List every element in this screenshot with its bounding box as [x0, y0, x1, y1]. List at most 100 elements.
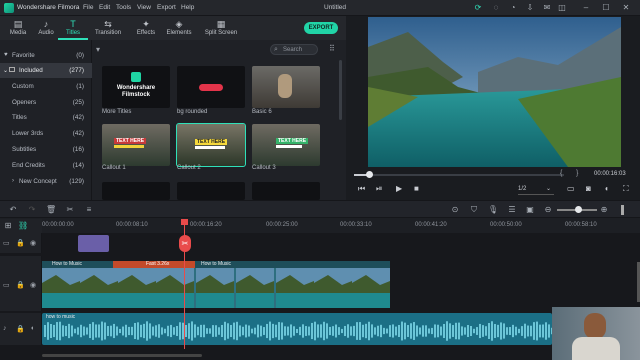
- delete-icon[interactable]: 🗑: [46, 205, 56, 215]
- category-included[interactable]: ⌄ Included (277): [0, 63, 92, 78]
- tab-effects[interactable]: ✦ Effects: [130, 16, 162, 40]
- zoom-in-icon[interactable]: ⊕: [599, 205, 609, 215]
- category-new-concept[interactable]: › New Concept (129): [0, 174, 92, 189]
- download-icon[interactable]: ⇩: [525, 3, 535, 13]
- waveform-bar: [443, 323, 445, 339]
- asset-basic-6[interactable]: [252, 66, 320, 108]
- export-button[interactable]: EXPORT: [304, 22, 338, 34]
- zoom-out-icon[interactable]: ⊖: [543, 205, 553, 215]
- lightbulb-icon[interactable]: ◌: [491, 3, 501, 13]
- lock-icon[interactable]: 🔒: [16, 239, 25, 247]
- tab-elements[interactable]: ◈ Elements: [163, 16, 195, 40]
- asset-callout-3[interactable]: TEXT HERE: [252, 124, 320, 166]
- adjust-icon[interactable]: ≡: [84, 205, 94, 215]
- volume-icon[interactable]: ◖: [604, 184, 609, 193]
- zoom-handle[interactable]: [575, 206, 582, 213]
- lock-icon[interactable]: 🔒: [16, 325, 25, 333]
- cut-icon[interactable]: ✂: [65, 205, 75, 215]
- asset-bg-rounded[interactable]: [177, 66, 245, 108]
- waveform-bar: [179, 322, 181, 340]
- waveform-bar: [152, 326, 154, 336]
- timecode: 00:00:16:03: [594, 171, 626, 177]
- fullscreen-icon[interactable]: ⛶: [623, 184, 629, 194]
- menu-view[interactable]: View: [137, 4, 151, 11]
- category-end-credits[interactable]: End Credits (14): [0, 158, 92, 173]
- asset-callout-2[interactable]: TEXT HERE: [176, 123, 246, 167]
- mark-out-icon[interactable]: }: [576, 170, 578, 177]
- mail-icon[interactable]: ✉: [542, 3, 552, 13]
- tab-split-screen[interactable]: ▦ Split Screen: [202, 16, 240, 40]
- maximize-icon[interactable]: ☐: [601, 3, 611, 13]
- quality-select[interactable]: 1/2 ⌄: [518, 185, 554, 195]
- close-icon[interactable]: ✕: [621, 3, 631, 13]
- undo-icon[interactable]: ↶: [8, 205, 18, 215]
- screen-icon[interactable]: ▣: [525, 205, 535, 215]
- menu-edit[interactable]: Edit: [99, 4, 110, 11]
- link-icon[interactable]: ⛓: [18, 221, 28, 231]
- minimize-icon[interactable]: –: [581, 3, 591, 13]
- waveform-bar: [332, 326, 334, 336]
- play-frame-icon[interactable]: ⏯: [376, 184, 382, 194]
- asset-label: More Titles: [102, 109, 132, 115]
- waveform-bar: [239, 325, 241, 337]
- speaker-icon[interactable]: ◖: [30, 325, 34, 332]
- marker-icon[interactable]: ⛉: [469, 205, 479, 215]
- render-preview-icon[interactable]: ▭: [567, 184, 575, 193]
- waveform-bar: [53, 324, 55, 338]
- mic-icon[interactable]: 🎙: [488, 205, 498, 215]
- asset-row-partial-3[interactable]: [252, 182, 320, 200]
- cart-icon[interactable]: ◫: [557, 3, 567, 13]
- menu-tools[interactable]: Tools: [116, 4, 131, 11]
- eye-icon[interactable]: ◉: [30, 281, 36, 289]
- asset-more-titles[interactable]: Wondershare Filmstock: [102, 66, 170, 108]
- render-icon[interactable]: ⊙: [450, 205, 460, 215]
- webcam-overlay: [552, 307, 640, 360]
- asset-scrollbar[interactable]: [339, 60, 342, 120]
- stop-icon[interactable]: ■: [414, 184, 419, 193]
- asset-row-partial-1[interactable]: [102, 182, 170, 200]
- tab-transition[interactable]: ⇆ Transition: [92, 16, 124, 40]
- menu-export[interactable]: Export: [157, 4, 176, 11]
- audio-mix-icon[interactable]: ☰: [507, 205, 517, 215]
- waveform-bar: [527, 325, 529, 337]
- tab-titles[interactable]: T Titles: [58, 16, 88, 40]
- category-titles[interactable]: Titles (42): [0, 110, 92, 125]
- timeline-horizontal-scrollbar[interactable]: [42, 354, 202, 357]
- add-track-icon[interactable]: ⊞: [3, 221, 13, 231]
- panel-toggle-icon[interactable]: [621, 205, 624, 215]
- asset-row-partial-2[interactable]: [177, 182, 245, 200]
- account-icon[interactable]: ◔: [508, 3, 518, 13]
- category-subtitles[interactable]: Subtitles (16): [0, 142, 92, 157]
- timeline-ruler[interactable]: 00:00:00:00 00:00:08:10 00:00:16:20 00:0…: [42, 219, 640, 233]
- audio-clip[interactable]: how to music: [42, 313, 552, 345]
- menu-file[interactable]: File: [83, 4, 93, 11]
- grid-view-icon[interactable]: ⠿: [329, 44, 335, 53]
- play-icon[interactable]: ▶: [396, 184, 402, 193]
- category-favorite[interactable]: ♥ Favorite (0): [0, 48, 92, 63]
- menu-help[interactable]: Help: [181, 4, 194, 11]
- redo-icon[interactable]: ↷: [27, 205, 37, 215]
- preview-scrubber[interactable]: { } 00:00:16:03: [354, 170, 626, 180]
- category-custom[interactable]: Custom (1): [0, 79, 92, 94]
- split-marker-icon[interactable]: ✂: [179, 235, 191, 252]
- track-header-audio: ♪ 🔒 ◖: [0, 313, 42, 345]
- sync-icon[interactable]: ⟳: [473, 3, 483, 13]
- lock-icon[interactable]: 🔒: [16, 281, 25, 289]
- waveform-bar: [386, 328, 388, 334]
- video-clip[interactable]: How to Music How to Music Fast 3.26x: [42, 261, 390, 308]
- asset-callout-1[interactable]: TEXT HERE: [102, 124, 170, 166]
- eye-icon[interactable]: ◉: [30, 239, 36, 247]
- title-clip[interactable]: [78, 235, 109, 252]
- step-back-icon[interactable]: ⏮: [358, 184, 365, 194]
- filter-icon[interactable]: ▾: [96, 45, 100, 54]
- category-openers[interactable]: Openers (25): [0, 95, 92, 110]
- waveform-bar: [140, 324, 142, 338]
- waveform-bar: [236, 321, 238, 341]
- track-header-video: ▭ 🔒 ◉: [0, 256, 42, 311]
- category-lower-3rds[interactable]: Lower 3rds (42): [0, 126, 92, 141]
- playhead-handle[interactable]: [181, 219, 188, 225]
- snapshot-icon[interactable]: ◙: [586, 184, 591, 193]
- scrub-handle[interactable]: [365, 171, 373, 178]
- mark-in-icon[interactable]: {: [560, 170, 562, 177]
- search-input[interactable]: ⌕ Search: [270, 44, 318, 55]
